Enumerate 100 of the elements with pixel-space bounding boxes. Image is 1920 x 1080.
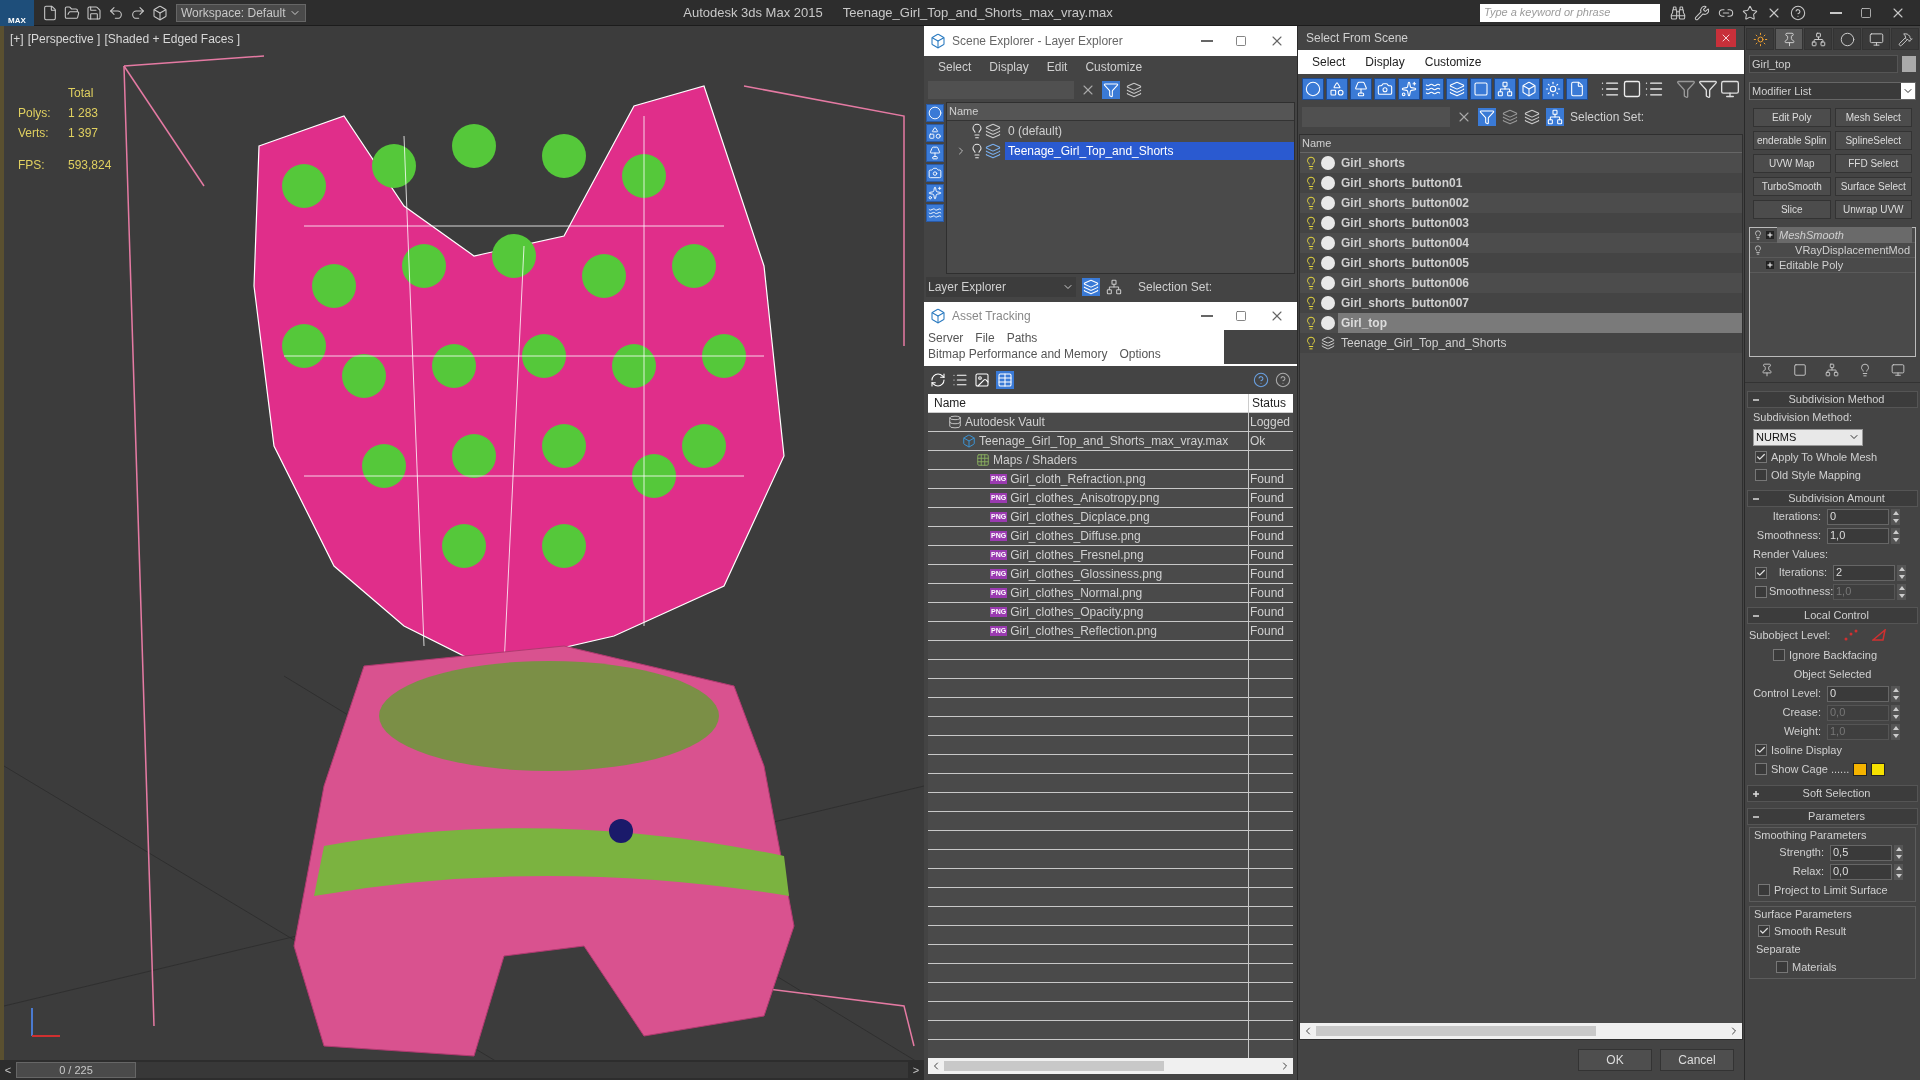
filter-toggle-button[interactable] bbox=[1470, 78, 1492, 100]
menu-item[interactable]: Bitmap Performance and Memory bbox=[928, 346, 1108, 362]
previous-frame-button[interactable]: < bbox=[0, 1061, 16, 1079]
spinner-arrows-icon[interactable] bbox=[1891, 527, 1900, 544]
menu-item[interactable]: Edit bbox=[1046, 58, 1068, 76]
expand-plus-icon[interactable] bbox=[1766, 231, 1774, 239]
checkbox-label[interactable]: Ignore Backfacing bbox=[1789, 646, 1878, 664]
dialog-button[interactable]: OK bbox=[1578, 1049, 1652, 1071]
asset-name[interactable]: Maps / Shaders bbox=[993, 451, 1078, 469]
modifier-button[interactable]: UVW Map bbox=[1753, 154, 1831, 173]
modifier-stack-item[interactable]: MeshSmooth bbox=[1777, 226, 1912, 244]
menu-item[interactable]: Select bbox=[938, 58, 972, 76]
spinner-arrows-icon[interactable] bbox=[1891, 685, 1900, 702]
menu-item[interactable]: Customize bbox=[1085, 58, 1143, 76]
modifier-button[interactable]: SplineSelect bbox=[1834, 131, 1912, 150]
checkbox[interactable] bbox=[1776, 961, 1788, 973]
asset-name[interactable]: Girl_clothes_Opacity.png bbox=[1010, 603, 1144, 621]
asset-name[interactable]: Autodesk Vault bbox=[965, 413, 1045, 431]
explorer-dropdown[interactable]: Layer Explorer bbox=[926, 277, 1076, 297]
spinner-field[interactable]: 0,5 bbox=[1830, 844, 1892, 861]
color-swatch[interactable] bbox=[1853, 762, 1868, 776]
rollout-header[interactable]: Subdivision Method bbox=[1747, 391, 1918, 408]
spinner-field[interactable]: 0 bbox=[1827, 508, 1889, 525]
filter-toggle-button[interactable] bbox=[1350, 78, 1372, 100]
filter-toggle-button[interactable] bbox=[1422, 78, 1444, 100]
asset-name[interactable]: Girl_clothes_Anisotropy.png bbox=[1010, 489, 1160, 507]
table-view-button[interactable] bbox=[996, 371, 1014, 389]
method-dropdown[interactable]: NURMS bbox=[1753, 428, 1863, 446]
filter-toggle-button[interactable] bbox=[926, 144, 944, 162]
filter-toggle-button[interactable] bbox=[1446, 78, 1468, 100]
hierarchy-button[interactable] bbox=[1546, 108, 1564, 126]
app-logo[interactable]: MAX bbox=[0, 0, 34, 26]
checkbox-label[interactable]: Materials bbox=[1792, 958, 1837, 976]
checkbox[interactable] bbox=[1755, 451, 1767, 463]
panel-tab[interactable] bbox=[1746, 28, 1774, 50]
spinner-arrows-icon[interactable] bbox=[1891, 723, 1900, 740]
modifier-button[interactable]: FFD Select bbox=[1834, 154, 1912, 173]
filter-toggle-button[interactable] bbox=[1374, 78, 1396, 100]
layers-view-button[interactable] bbox=[1082, 278, 1100, 296]
panel-tab[interactable] bbox=[1833, 28, 1861, 50]
panel-tab[interactable] bbox=[1891, 28, 1919, 50]
spinner-arrows-icon[interactable] bbox=[1897, 564, 1906, 581]
time-slider-thumb[interactable]: 0 / 225 bbox=[16, 1062, 136, 1078]
scene-object-item[interactable]: Girl_shorts_button006 bbox=[1338, 273, 1742, 293]
object-color-swatch[interactable] bbox=[1902, 56, 1916, 72]
rollout-header[interactable]: Soft Selection bbox=[1747, 785, 1918, 802]
viewport-label[interactable]: [+] bbox=[10, 30, 24, 48]
expand-plus-icon[interactable] bbox=[1766, 261, 1774, 269]
modifier-button[interactable]: Surface Select bbox=[1834, 177, 1912, 196]
asset-name[interactable]: Girl_clothes_Dicplace.png bbox=[1010, 508, 1150, 526]
spinner-field[interactable]: 0,0 bbox=[1830, 863, 1892, 880]
checkbox[interactable] bbox=[1758, 925, 1770, 937]
menu-item[interactable]: Server bbox=[928, 330, 964, 346]
scene-object-item[interactable]: Girl_shorts_button004 bbox=[1338, 233, 1742, 253]
spinner-arrows-icon[interactable] bbox=[1897, 583, 1906, 600]
object-name-field[interactable]: Girl_top bbox=[1749, 55, 1898, 73]
layer-item[interactable]: Teenage_Girl_Top_and_Shorts bbox=[1005, 142, 1294, 160]
menu-item[interactable]: Display bbox=[989, 58, 1029, 76]
spinner-field[interactable]: 0 bbox=[1827, 685, 1889, 702]
filter-toggle-button[interactable] bbox=[926, 164, 944, 182]
spinner-arrows-icon[interactable] bbox=[1891, 508, 1900, 525]
filter-toggle-button[interactable] bbox=[926, 124, 944, 142]
layer-item[interactable]: 0 (default) bbox=[1005, 122, 1294, 140]
minimize-icon[interactable] bbox=[1830, 11, 1842, 14]
rollout-header[interactable]: Parameters bbox=[1747, 808, 1918, 825]
modifier-button[interactable]: Slice bbox=[1753, 200, 1831, 219]
viewport-label[interactable]: [Shaded + Edged Faces ] bbox=[104, 30, 241, 48]
asset-name[interactable]: Girl_clothes_Glossiness.png bbox=[1010, 565, 1163, 583]
modifier-stack-item[interactable]: VRayDisplacementMod bbox=[1766, 241, 1912, 259]
modifier-button[interactable]: TurboSmooth bbox=[1753, 177, 1831, 196]
asset-name[interactable]: Girl_clothes_Normal.png bbox=[1010, 584, 1143, 602]
panel-tab[interactable] bbox=[1862, 28, 1890, 50]
menu-item[interactable]: Options bbox=[1119, 346, 1161, 362]
filter-toggle-button[interactable] bbox=[1566, 78, 1588, 100]
modifier-list-dropdown[interactable]: Modifier List bbox=[1749, 82, 1916, 100]
color-swatch[interactable] bbox=[1871, 762, 1886, 776]
checkbox-label[interactable]: Project to Limit Surface bbox=[1774, 881, 1888, 899]
spinner-arrows-icon[interactable] bbox=[1894, 863, 1903, 880]
asset-name[interactable]: Girl_clothes_Fresnel.png bbox=[1010, 546, 1144, 564]
menu-item[interactable]: Paths bbox=[1006, 330, 1038, 346]
viewport-label[interactable]: [Perspective ] bbox=[27, 30, 101, 48]
checkbox-label[interactable]: Apply To Whole Mesh bbox=[1771, 448, 1878, 466]
asset-name[interactable]: Girl_cloth_Refraction.png bbox=[1010, 470, 1146, 488]
filter-toggle-button[interactable] bbox=[1302, 78, 1324, 100]
modifier-button[interactable]: Unwrap UVW bbox=[1834, 200, 1912, 219]
panel-tab[interactable] bbox=[1804, 28, 1832, 50]
checkbox-label[interactable]: Old Style Mapping bbox=[1771, 466, 1861, 484]
filter-toggle-button[interactable] bbox=[1542, 78, 1564, 100]
menu-item[interactable]: Customize bbox=[1424, 53, 1482, 71]
checkbox[interactable] bbox=[1755, 763, 1767, 775]
checkbox[interactable] bbox=[1773, 649, 1785, 661]
modifier-button[interactable]: enderable Splin bbox=[1753, 131, 1831, 150]
checkbox[interactable] bbox=[1755, 566, 1767, 579]
checkbox-label[interactable]: Smooth Result bbox=[1774, 922, 1847, 940]
checkbox[interactable] bbox=[1758, 884, 1770, 896]
filter-toggle-button[interactable] bbox=[1494, 78, 1516, 100]
filter-toggle-button[interactable] bbox=[926, 104, 944, 122]
spinner-field[interactable]: 2 bbox=[1833, 564, 1895, 581]
search-field[interactable]: Type a keyword or phrase bbox=[1480, 3, 1660, 22]
checkbox-label[interactable]: Show Cage ...... bbox=[1771, 760, 1850, 778]
